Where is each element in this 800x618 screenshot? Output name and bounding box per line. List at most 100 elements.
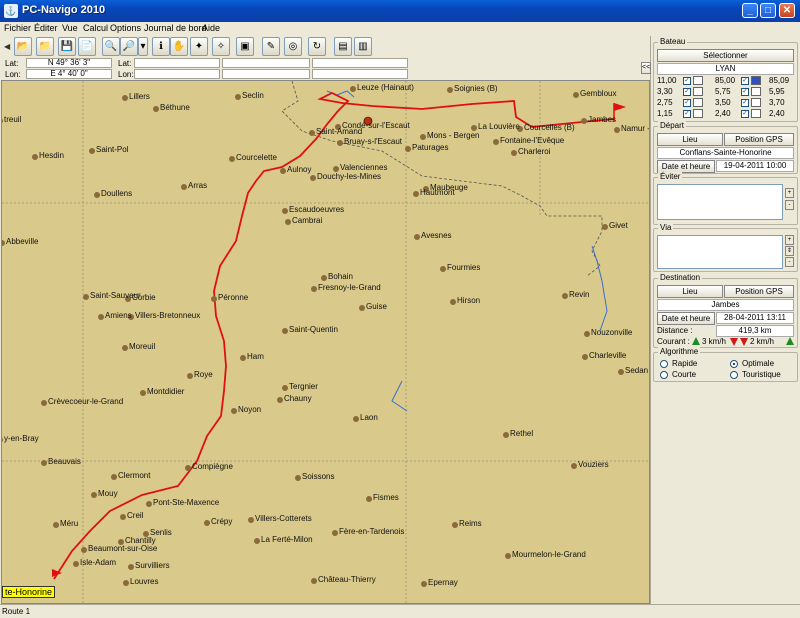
city-label[interactable]: Hautmont bbox=[420, 188, 455, 197]
open-folder-icon[interactable]: 📂 bbox=[14, 37, 32, 56]
eviter-remove-button[interactable]: - bbox=[785, 200, 794, 210]
refresh-icon[interactable]: ↻ bbox=[308, 37, 326, 56]
map-icon[interactable]: ▣ bbox=[236, 37, 254, 56]
depart-gps-button[interactable]: Position GPS bbox=[724, 133, 794, 146]
city-label[interactable]: Revin bbox=[569, 290, 589, 299]
city-label[interactable]: Amiens bbox=[105, 311, 132, 320]
city-label[interactable]: Rethel bbox=[510, 429, 533, 438]
city-label[interactable]: Soignies (B) bbox=[454, 84, 498, 93]
checkbox[interactable]: ✓ bbox=[683, 110, 691, 118]
eviter-add-button[interactable]: + bbox=[785, 188, 794, 198]
zoom-out-icon[interactable]: 🔎 bbox=[120, 37, 138, 56]
city-label[interactable]: Tergnier bbox=[289, 382, 318, 391]
city-label[interactable]: Hirson bbox=[457, 296, 480, 305]
city-label[interactable]: Jambes bbox=[588, 115, 616, 124]
city-label[interactable]: Crèvecoeur-le-Grand bbox=[48, 397, 123, 406]
city-label[interactable]: Villers-Cotterets bbox=[255, 514, 312, 523]
checkbox[interactable]: ✓ bbox=[741, 99, 749, 107]
city-label[interactable]: Lillers bbox=[129, 92, 150, 101]
city-label[interactable]: Leuze (Hainaut) bbox=[357, 83, 414, 92]
city-label[interactable]: Ham bbox=[247, 352, 264, 361]
radio-touristique[interactable] bbox=[730, 371, 738, 379]
city-label[interactable]: Creil bbox=[127, 511, 143, 520]
city-label[interactable]: La Louvière bbox=[478, 122, 520, 131]
radio-rapide[interactable] bbox=[660, 360, 668, 368]
checkbox[interactable]: ✓ bbox=[683, 77, 691, 85]
hand-icon[interactable]: ✋ bbox=[170, 37, 188, 56]
city-label[interactable]: Montdidier bbox=[147, 387, 184, 396]
eviter-list[interactable] bbox=[657, 184, 783, 220]
city-label[interactable]: Guise bbox=[366, 302, 387, 311]
city-label[interactable]: Doullens bbox=[101, 189, 132, 198]
city-label[interactable]: Corbie bbox=[132, 293, 156, 302]
save-icon[interactable]: 💾 bbox=[58, 37, 76, 56]
city-label[interactable]: y-en-Bray bbox=[4, 434, 39, 443]
radio-optimale[interactable] bbox=[730, 360, 738, 368]
menu-fichier[interactable]: Fichier bbox=[4, 23, 31, 33]
city-label[interactable]: Douchy-les-Mines bbox=[317, 172, 381, 181]
city-label[interactable]: Charleville bbox=[589, 351, 626, 360]
city-label[interactable]: Fère-en-Tardenois bbox=[339, 527, 404, 536]
collapse-panel-button[interactable]: << bbox=[641, 62, 651, 74]
city-label[interactable]: Fresnoy-le-Grand bbox=[318, 283, 381, 292]
city-label[interactable]: Epernay bbox=[428, 578, 458, 587]
copy-icon[interactable]: 📄 bbox=[78, 37, 96, 56]
via-move-button[interactable]: ⇕ bbox=[785, 246, 794, 256]
via-add-button[interactable]: + bbox=[785, 235, 794, 245]
title-bar[interactable]: ⚓ PC-Navigo 2010 _ □ ✕ bbox=[0, 0, 800, 22]
minimize-button[interactable]: _ bbox=[742, 3, 758, 18]
city-label[interactable]: Aulnoy bbox=[287, 165, 311, 174]
via-list[interactable] bbox=[657, 235, 783, 269]
checkbox[interactable]: ✓ bbox=[741, 88, 749, 96]
display-icon[interactable]: ▥ bbox=[354, 37, 372, 56]
city-label[interactable]: Isle-Adam bbox=[80, 558, 116, 567]
city-label[interactable]: Château-Thierry bbox=[318, 575, 376, 584]
city-label[interactable]: Condé-sur-l'Escaut bbox=[342, 121, 410, 130]
radio-courte[interactable] bbox=[660, 371, 668, 379]
city-label[interactable]: Vouziers bbox=[578, 460, 609, 469]
city-label[interactable]: Courcelles (B) bbox=[524, 123, 575, 132]
map-view[interactable]: te-Honorine Lillers Béthune Seclin Leuze (H… bbox=[1, 80, 650, 604]
city-label[interactable]: Givet bbox=[609, 221, 628, 230]
city-label[interactable]: Reims bbox=[459, 519, 482, 528]
city-label[interactable]: Soissons bbox=[302, 472, 334, 481]
close-button[interactable]: ✕ bbox=[779, 3, 795, 18]
dest-date-button[interactable]: Date et heure bbox=[657, 312, 715, 325]
checkbox[interactable]: ✓ bbox=[683, 99, 691, 107]
menu-options[interactable]: Options bbox=[110, 23, 141, 33]
zoom-in-icon[interactable]: 🔍 bbox=[102, 37, 120, 56]
city-label[interactable]: Noyon bbox=[238, 405, 261, 414]
compass-icon[interactable]: ✧ bbox=[212, 37, 230, 56]
city-label[interactable]: Beaumont-sur-Oise bbox=[88, 544, 157, 553]
folder-icon[interactable]: 📁 bbox=[36, 37, 54, 56]
city-label[interactable]: Méru bbox=[60, 519, 78, 528]
city-label[interactable]: Clermont bbox=[118, 471, 150, 480]
city-label[interactable]: Cambrai bbox=[292, 216, 322, 225]
checkbox[interactable]: ✓ bbox=[741, 110, 749, 118]
city-label[interactable]: Avesnes bbox=[421, 231, 452, 240]
city-label[interactable]: Bruay-s-l'Escaut bbox=[344, 137, 402, 146]
city-label[interactable]: Crépy bbox=[211, 517, 232, 526]
city-label[interactable]: Beauvais bbox=[48, 457, 81, 466]
globe-icon[interactable]: ◎ bbox=[284, 37, 302, 56]
city-label[interactable]: Nouzonville bbox=[591, 328, 632, 337]
city-label[interactable]: Hesdin bbox=[39, 151, 64, 160]
city-label[interactable]: Laon bbox=[360, 413, 378, 422]
layers-icon[interactable]: ▤ bbox=[334, 37, 352, 56]
city-label[interactable]: Namur - N bbox=[621, 124, 649, 133]
checkbox[interactable]: ✓ bbox=[741, 77, 749, 85]
menu-journal[interactable]: Journal de bord bbox=[144, 23, 207, 33]
dest-gps-button[interactable]: Position GPS bbox=[724, 285, 794, 298]
menu-vue[interactable]: Vue bbox=[62, 23, 78, 33]
city-label[interactable]: Fismes bbox=[373, 493, 399, 502]
info-icon[interactable]: ℹ bbox=[152, 37, 170, 56]
city-label[interactable]: La Ferté-Milon bbox=[261, 535, 313, 544]
city-label[interactable]: Compiègne bbox=[192, 462, 233, 471]
city-label[interactable]: Roye bbox=[194, 370, 213, 379]
city-label[interactable]: Charleroi bbox=[518, 147, 550, 156]
city-label[interactable]: Mouy bbox=[98, 489, 118, 498]
city-label[interactable]: Fontaine-l'Evêque bbox=[500, 136, 564, 145]
city-label[interactable]: Abbeville bbox=[6, 237, 38, 246]
city-label[interactable]: Mourmelon-le-Grand bbox=[512, 550, 586, 559]
city-label[interactable]: Courcelette bbox=[236, 153, 277, 162]
